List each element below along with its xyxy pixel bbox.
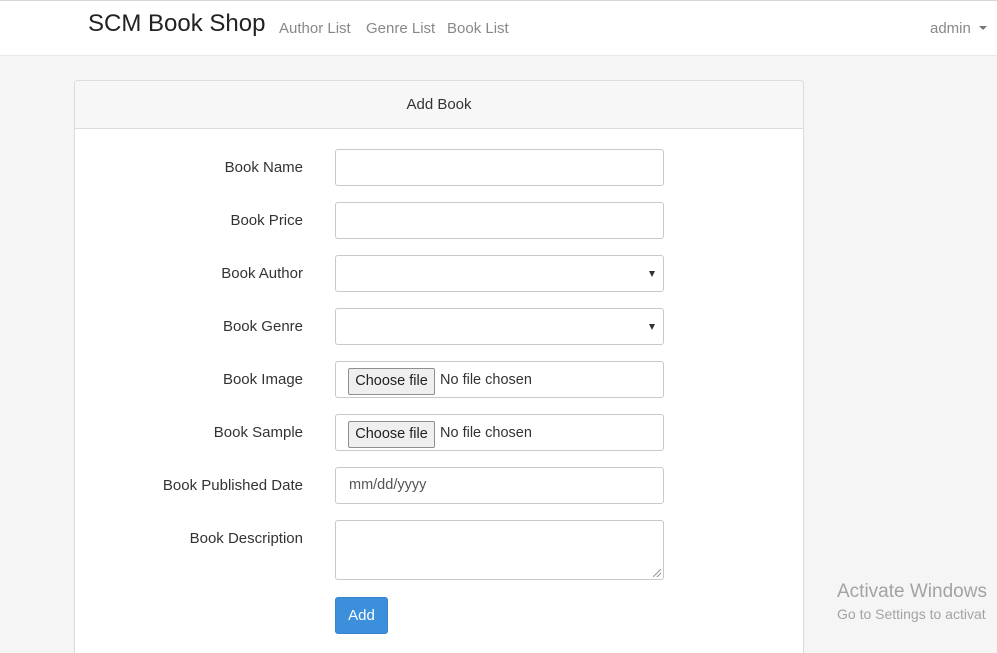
book-description-label: Book Description xyxy=(189,530,303,547)
book-genre-label: Book Genre xyxy=(222,318,303,335)
book-published-date-input[interactable]: mm/dd/yyyy xyxy=(335,467,664,504)
nav-book-list[interactable]: Book List xyxy=(447,20,509,37)
book-sample-file-input: Choose file No file chosen xyxy=(335,414,664,451)
dropdown-arrow-icon xyxy=(649,271,655,277)
book-price-label: Book Price xyxy=(230,212,303,229)
choose-file-button[interactable]: Choose file xyxy=(348,368,435,395)
activation-watermark-subtitle: Go to Settings to activat xyxy=(837,606,986,622)
file-status-text: No file chosen xyxy=(440,425,532,441)
card-header: Add Book xyxy=(75,81,803,129)
nav-author-list[interactable]: Author List xyxy=(279,20,351,37)
book-published-date-label: Book Published Date xyxy=(162,477,303,494)
book-name-label: Book Name xyxy=(224,159,303,176)
book-genre-select[interactable] xyxy=(335,308,664,345)
resize-handle-icon[interactable] xyxy=(653,569,661,577)
user-menu[interactable]: admin xyxy=(930,20,987,37)
add-book-card: Add Book Book Name Book Price Book Autho… xyxy=(74,80,804,653)
file-status-text: No file chosen xyxy=(440,372,532,388)
book-name-input[interactable] xyxy=(335,149,664,186)
choose-file-button[interactable]: Choose file xyxy=(348,421,435,448)
book-sample-label: Book Sample xyxy=(213,424,303,441)
chevron-down-icon xyxy=(978,26,987,30)
dropdown-arrow-icon xyxy=(649,324,655,330)
book-image-file-input: Choose file No file chosen xyxy=(335,361,664,398)
book-image-label: Book Image xyxy=(222,371,303,388)
user-name: admin xyxy=(930,20,971,37)
nav-genre-list[interactable]: Genre List xyxy=(366,20,435,37)
book-price-input[interactable] xyxy=(335,202,664,239)
date-placeholder: mm/dd/yyyy xyxy=(349,477,427,493)
add-button[interactable]: Add xyxy=(335,597,388,634)
book-description-textarea[interactable] xyxy=(335,520,664,580)
activation-watermark-title: Activate Windows xyxy=(837,581,987,602)
navbar: SCM Book Shop Author List Genre List Boo… xyxy=(0,0,997,56)
brand-title[interactable]: SCM Book Shop xyxy=(88,10,265,38)
book-author-label: Book Author xyxy=(221,265,303,282)
book-author-select[interactable] xyxy=(335,255,664,292)
